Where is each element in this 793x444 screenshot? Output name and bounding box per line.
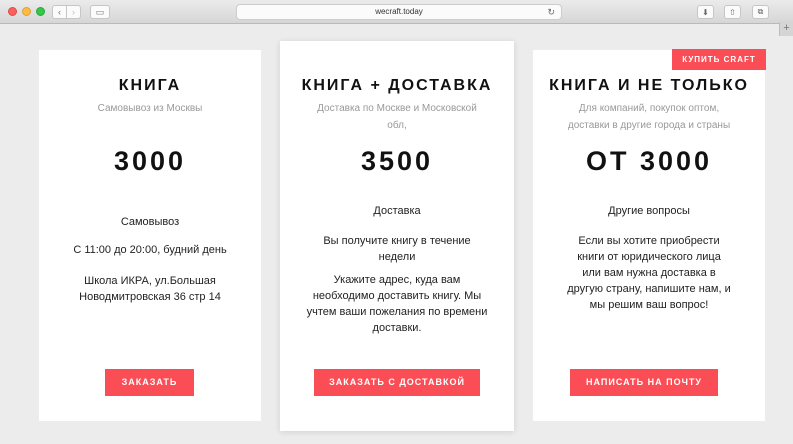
pricing-card-wholesale: КНИГА И НЕ ТОЛЬКО Для компаний, покупок … xyxy=(533,50,765,421)
card-text: Школа ИКРА, ул.Большая Новодмитровская 3… xyxy=(79,275,221,303)
back-icon[interactable]: ‹ xyxy=(52,5,67,19)
card-text: Вы получите книгу в течение недели xyxy=(323,235,471,263)
minimize-window-button[interactable] xyxy=(22,7,31,16)
url-text: wecraft.today xyxy=(375,7,423,16)
card-title: КНИГА + ДОСТАВКА xyxy=(301,77,493,94)
card-subtitle: Самовывоз из Москвы xyxy=(97,103,203,114)
pricing-card-pickup: КНИГА Самовывоз из Москвы 3000 Самовывоз… xyxy=(39,50,261,421)
card-title: КНИГА И НЕ ТОЛЬКО xyxy=(549,77,749,94)
address-bar[interactable]: wecraft.today ↻ xyxy=(236,4,562,20)
zoom-window-button[interactable] xyxy=(36,7,45,16)
download-icon[interactable]: ⬇ xyxy=(697,5,714,19)
sidebar-toggle-icon[interactable]: ▭ xyxy=(90,5,110,19)
card-subtitle: Доставка по Москве и Московской обл, xyxy=(317,103,477,131)
reload-icon[interactable]: ↻ xyxy=(547,5,555,19)
browser-toolbar: ‹ › ▭ wecraft.today ↻ ⬇ ⇧ ⧉ xyxy=(0,0,793,24)
card-text: Самовывоз xyxy=(120,216,180,228)
order-with-delivery-button[interactable]: ЗАКАЗАТЬ С ДОСТАВКОЙ xyxy=(314,369,480,396)
pricing-card-delivery: КНИГА + ДОСТАВКА Доставка по Москве и Мо… xyxy=(280,41,514,431)
card-title: КНИГА xyxy=(118,77,182,94)
card-text: Укажите адрес, куда вам необходимо доста… xyxy=(306,274,488,334)
card-price: 3000 xyxy=(113,146,187,176)
email-us-button[interactable]: НАПИСАТЬ НА ПОЧТУ xyxy=(570,369,718,396)
card-subtitle: Для компаний, покупок оптом, доставки в … xyxy=(567,103,731,131)
card-text: Если вы хотите приобрести книги от юриди… xyxy=(567,235,731,311)
card-price: 3500 xyxy=(360,146,434,176)
card-text: Доставка xyxy=(373,205,421,217)
new-tab-icon[interactable]: + xyxy=(779,22,793,36)
card-text: Другие вопросы xyxy=(608,205,690,217)
order-button[interactable]: ЗАКАЗАТЬ xyxy=(105,369,194,396)
share-icon[interactable]: ⇧ xyxy=(724,5,741,19)
forward-icon[interactable]: › xyxy=(66,5,81,19)
card-price: ОТ 3000 xyxy=(585,146,713,176)
close-window-button[interactable] xyxy=(8,7,17,16)
tabs-overview-icon[interactable]: ⧉ xyxy=(752,5,769,19)
buy-craft-button[interactable]: КУПИТЬ CRAFT xyxy=(672,49,766,70)
card-text: С 11:00 до 20:00, будний день xyxy=(73,244,227,256)
